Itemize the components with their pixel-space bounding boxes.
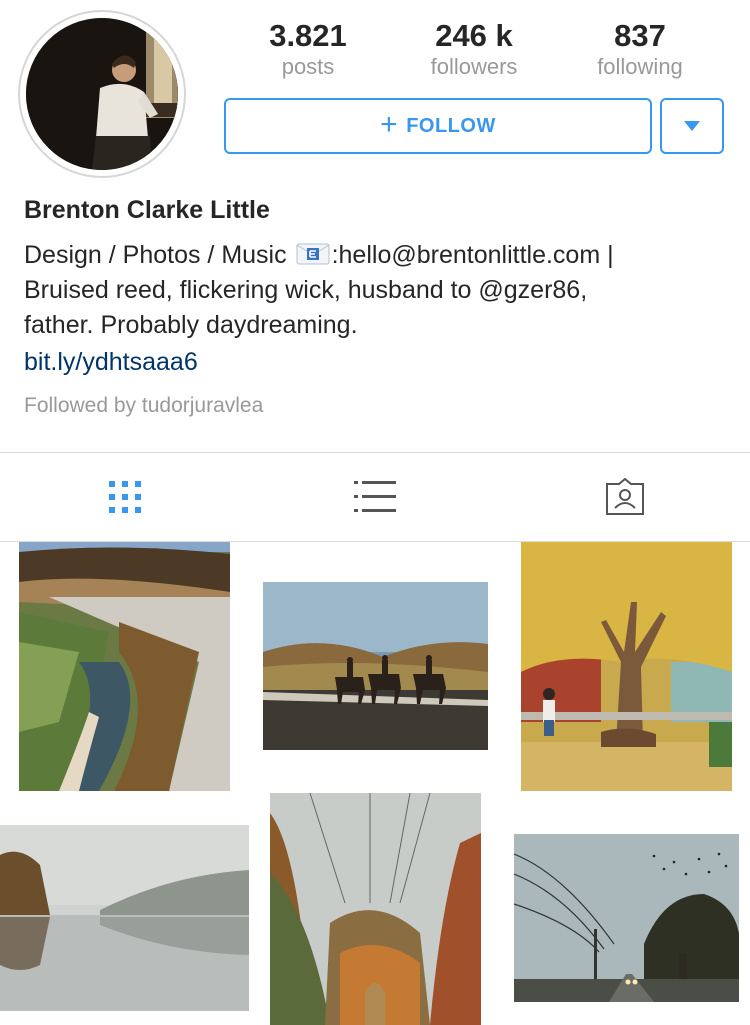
tagged-person-icon xyxy=(606,478,644,515)
stat-following-number: 837 xyxy=(614,18,666,53)
follow-button-label: FOLLOW xyxy=(406,114,496,137)
tab-grid[interactable] xyxy=(0,453,250,541)
misty-lake-photo xyxy=(0,825,249,1011)
bio-line-1-end: :hello@brentonlittle.com | xyxy=(331,241,614,269)
avatar-photo xyxy=(26,18,178,170)
list-icon xyxy=(354,481,396,512)
suggestions-dropdown-button[interactable] xyxy=(660,98,724,154)
stat-followers[interactable]: 246 k followers xyxy=(394,18,554,80)
bio-line-3: father. Probably daydreaming. xyxy=(24,311,358,339)
power-lines-forest-photo xyxy=(270,793,481,1025)
tab-list[interactable] xyxy=(250,453,500,541)
triangle-down-icon xyxy=(684,121,700,131)
stat-followers-number: 246 k xyxy=(435,18,513,53)
profile-name: Brenton Clarke Little xyxy=(24,196,270,224)
grid-icon xyxy=(109,481,141,513)
grid-photo-4[interactable] xyxy=(0,825,249,1011)
followed-by-text[interactable]: Followed by tudorjuravlea xyxy=(24,394,263,418)
stat-posts-number: 3.821 xyxy=(269,18,347,53)
autumn-tree-photo xyxy=(521,542,732,791)
grid-photo-3[interactable] xyxy=(521,542,732,791)
bio-line-1-start: Design / Photos / Music xyxy=(24,241,287,269)
stat-following-label: following xyxy=(597,54,683,79)
profile-website-link[interactable]: bit.ly/ydhtsaaa6 xyxy=(24,348,198,377)
bio-line-2: Bruised reed, flickering wick, husband t… xyxy=(24,276,588,304)
tab-tagged[interactable] xyxy=(500,453,750,541)
horse-riders-photo xyxy=(263,582,488,750)
profile-bio: Design / Photos / Music :hello@brentonli… xyxy=(24,238,734,343)
foggy-road-photo xyxy=(514,834,739,1002)
stat-following[interactable]: 837 following xyxy=(560,18,720,80)
stat-posts-label: posts xyxy=(281,54,335,79)
follow-button[interactable]: + FOLLOW xyxy=(224,98,652,154)
profile-view-tabs xyxy=(0,452,750,542)
grid-photo-6[interactable] xyxy=(514,834,739,1002)
profile-stats: 3.821 posts 246 k followers 837 followin… xyxy=(224,18,724,88)
avatar[interactable] xyxy=(18,10,186,178)
grid-photo-5[interactable] xyxy=(270,793,481,1025)
grid-photo-2[interactable] xyxy=(263,582,488,750)
grid-photo-1[interactable] xyxy=(19,542,230,791)
stat-posts: 3.821 posts xyxy=(228,18,388,80)
envelope-emoji-icon xyxy=(296,243,330,265)
river-canyon-photo xyxy=(19,542,230,791)
bio-line-1: Design / Photos / Music :hello@brentonli… xyxy=(24,238,734,273)
stat-followers-label: followers xyxy=(430,54,518,79)
plus-icon: + xyxy=(380,107,399,141)
